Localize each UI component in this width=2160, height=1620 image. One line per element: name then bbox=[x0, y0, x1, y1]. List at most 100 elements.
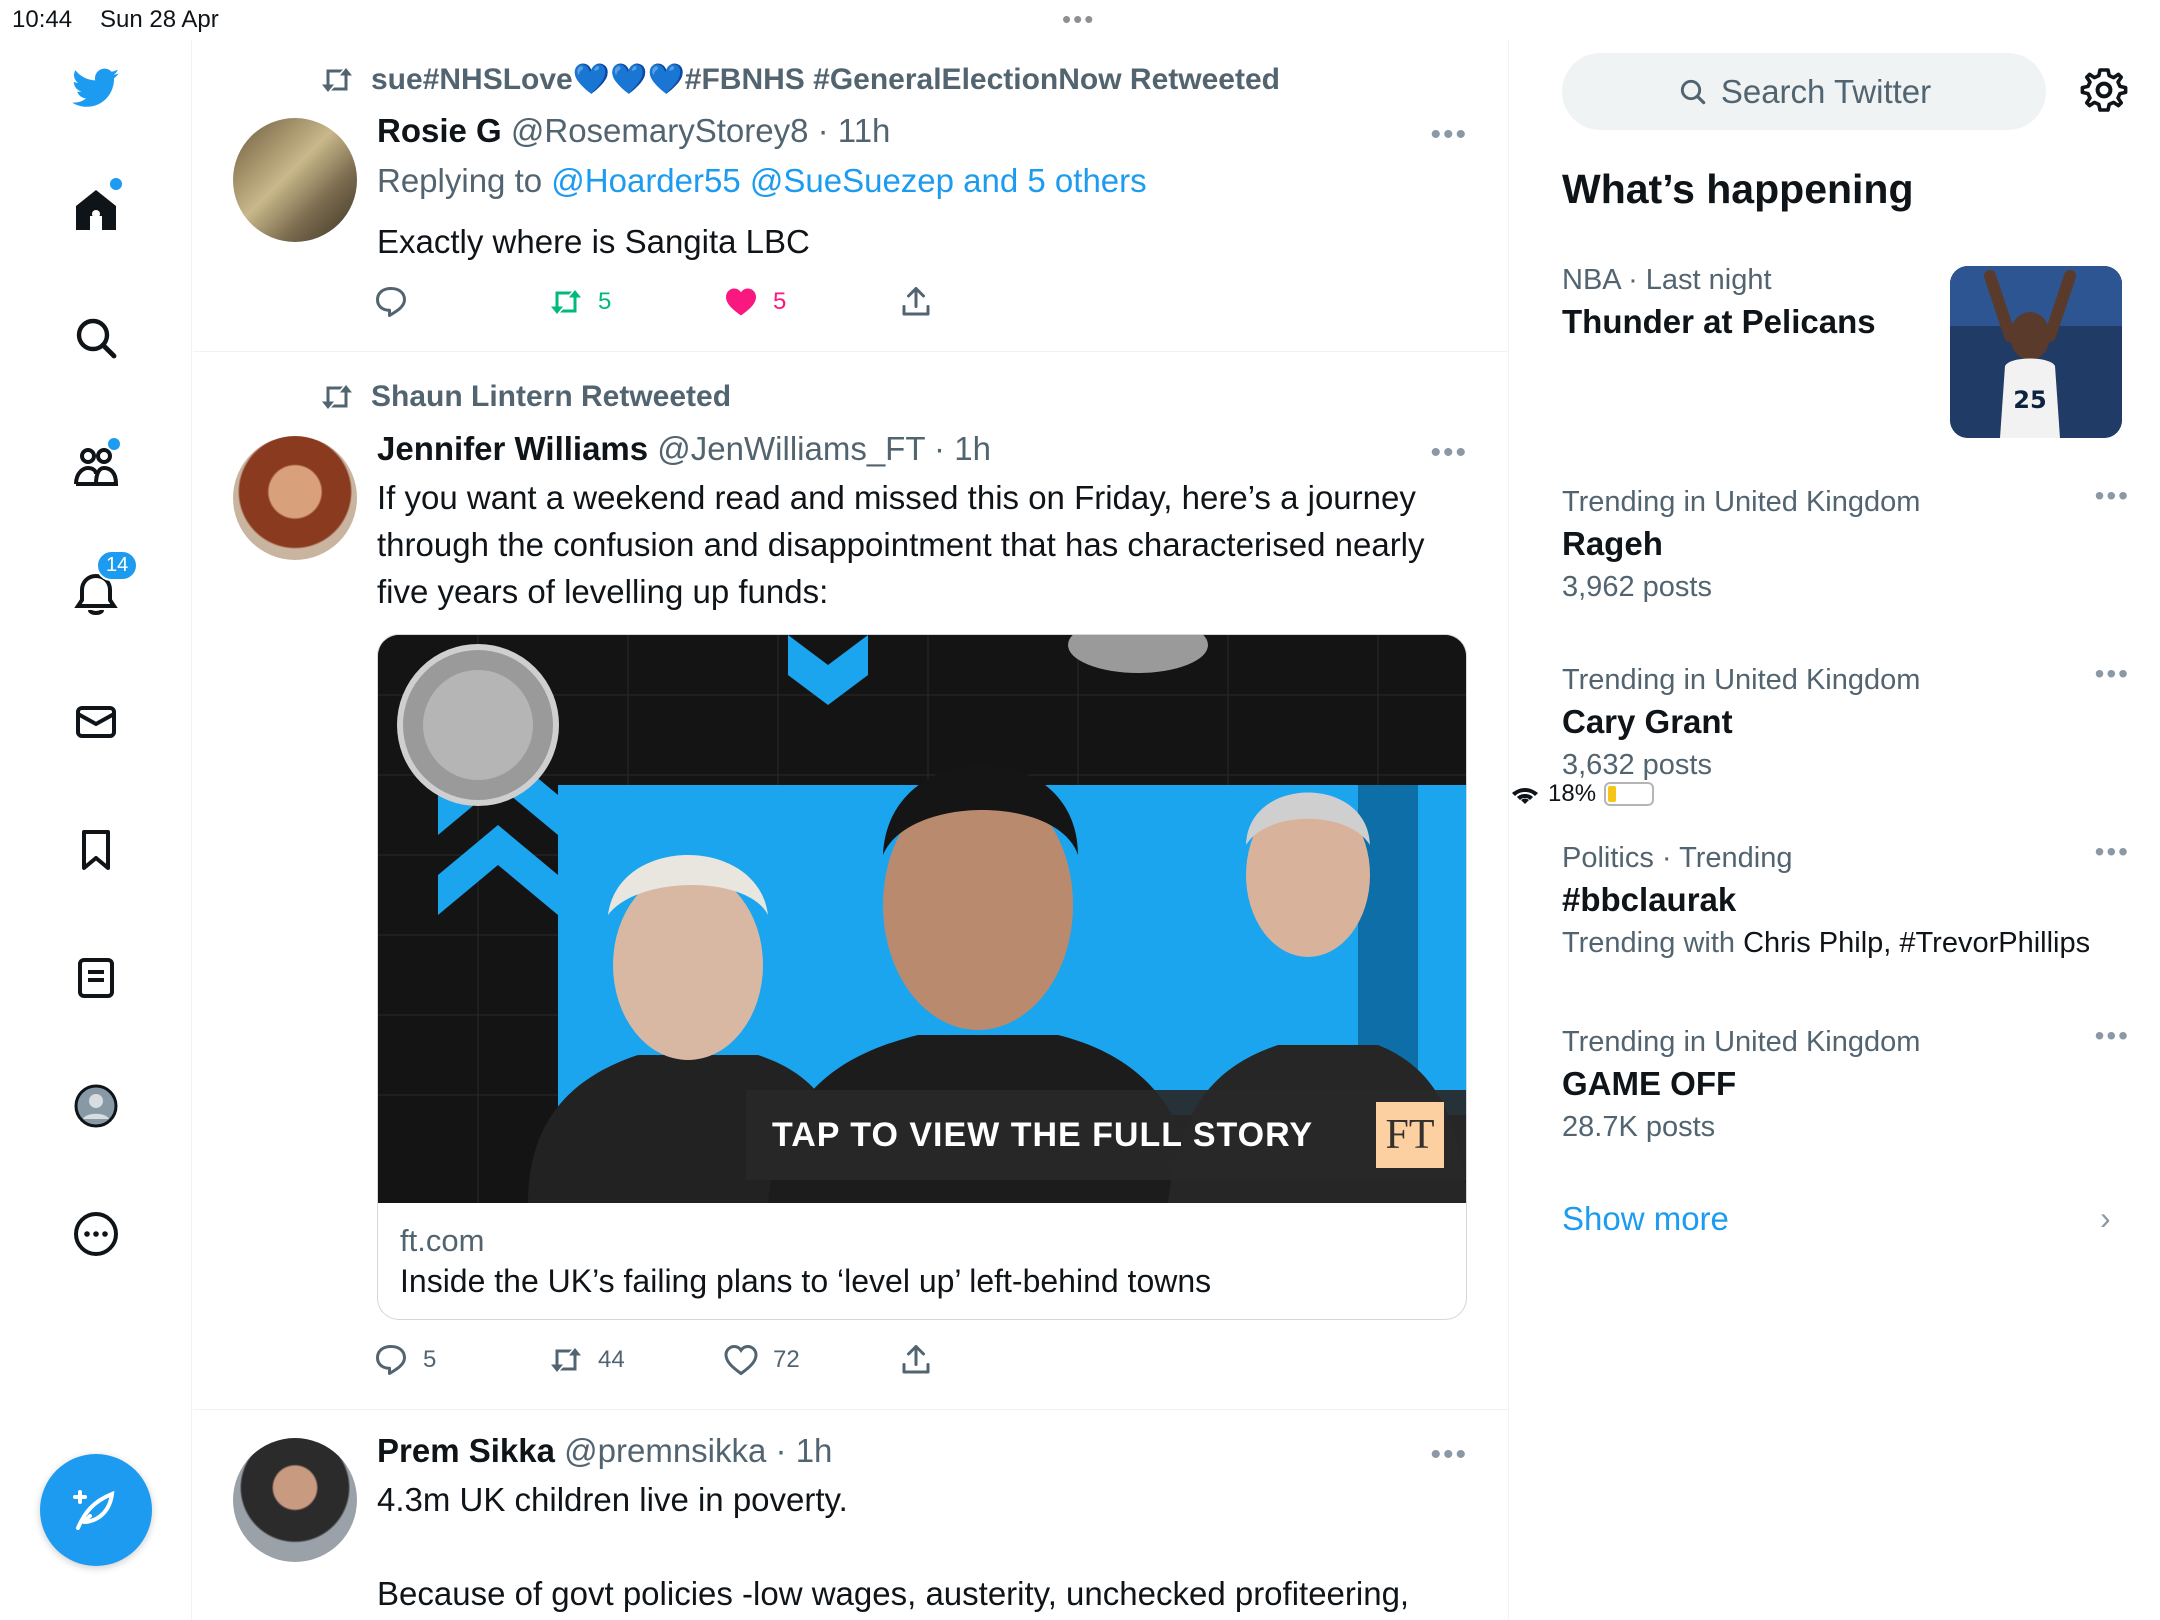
trend-context-prefix: Trending with bbox=[1562, 927, 1736, 959]
author-name[interactable]: Rosie G bbox=[377, 112, 502, 149]
like-button[interactable]: 72 bbox=[723, 1342, 898, 1378]
explore-search-icon[interactable] bbox=[60, 302, 132, 374]
communities-unread-dot bbox=[108, 438, 120, 450]
retweet-button[interactable]: 5 bbox=[548, 284, 723, 320]
bookmarks-icon[interactable] bbox=[60, 814, 132, 886]
trend-item[interactable]: ••• Trending in United Kingdom Rageh 3,9… bbox=[1562, 480, 2128, 604]
tweet[interactable]: Prem Sikka @premnsikka · 1h ••• 4.3m UK … bbox=[193, 1410, 1508, 1620]
retweet-icon bbox=[551, 290, 581, 314]
tweet-actions: 5 44 72 bbox=[373, 1342, 1073, 1378]
tweet-header: Jennifer Williams @JenWilliams_FT · 1h bbox=[377, 430, 991, 468]
author-handle-time: @premnsikka · 1h bbox=[564, 1432, 833, 1469]
ft-logo: FT bbox=[1376, 1102, 1444, 1168]
chevron-right-icon[interactable]: › bbox=[2100, 1200, 2111, 1237]
retweet-context: Shaun Lintern Retweeted bbox=[319, 380, 731, 414]
tweet-more-button[interactable]: ••• bbox=[1430, 118, 1468, 152]
tap-to-view-text: TAP TO VIEW THE FULL STORY bbox=[772, 1116, 1314, 1154]
trend-title: #bbclaurak bbox=[1562, 881, 1737, 918]
trend-title: Rageh bbox=[1562, 525, 1663, 562]
reply-button[interactable]: 5 bbox=[373, 1342, 548, 1378]
link-card-title[interactable]: Inside the UK’s failing plans to ‘level … bbox=[400, 1263, 1211, 1300]
reply-icon bbox=[376, 287, 406, 317]
trend-post-count: 3,632 posts bbox=[1562, 749, 1712, 781]
share-icon bbox=[902, 287, 930, 316]
retweeted-by-label: sue#NHSLove💙💙💙#FBNHS #GeneralElectionNow… bbox=[371, 63, 1280, 96]
heart-filled-icon bbox=[726, 288, 756, 316]
more-options-icon[interactable] bbox=[60, 1198, 132, 1270]
left-nav: 14 bbox=[0, 40, 192, 1620]
trend-meta: Politics · Trending bbox=[1562, 842, 1793, 874]
settings-gear-icon[interactable] bbox=[2080, 66, 2128, 114]
show-more-link[interactable]: Show more bbox=[1562, 1200, 1729, 1238]
trend-meta: Trending in United Kingdom bbox=[1562, 486, 1921, 518]
share-button[interactable] bbox=[898, 284, 1073, 320]
status-date: Sun 28 Apr bbox=[100, 6, 219, 33]
profile-avatar-icon[interactable] bbox=[60, 1070, 132, 1142]
home-unread-dot bbox=[110, 178, 122, 190]
tweet[interactable]: Shaun Lintern Retweeted Jennifer William… bbox=[193, 352, 1508, 1410]
avatar[interactable] bbox=[233, 1438, 357, 1562]
notifications-bell-icon[interactable]: 14 bbox=[60, 550, 139, 630]
link-card[interactable]: TAP TO VIEW THE FULL STORY FT ft.com Ins… bbox=[377, 634, 1467, 1320]
trend-meta: Trending in United Kingdom bbox=[1562, 1026, 1921, 1058]
tweet-actions: 5 5 bbox=[373, 284, 1073, 320]
link-card-domain: ft.com bbox=[400, 1223, 485, 1258]
search-input[interactable]: Search Twitter bbox=[1562, 53, 2046, 130]
replying-to: Replying to @Hoarder55 @SueSuezep and 5 … bbox=[377, 162, 1147, 200]
reply-count: 5 bbox=[423, 1346, 437, 1373]
retweet-button[interactable]: 44 bbox=[548, 1342, 723, 1378]
trend-meta: Trending in United Kingdom bbox=[1562, 664, 1921, 696]
like-button[interactable]: 5 bbox=[723, 284, 898, 320]
trend-more-button[interactable]: ••• bbox=[2095, 1020, 2130, 1052]
heart-outline-icon bbox=[724, 1344, 758, 1376]
messages-envelope-icon[interactable] bbox=[60, 686, 132, 758]
basketball-photo: 25 bbox=[1950, 266, 2122, 438]
tweet-text: Exactly where is Sangita LBC bbox=[377, 223, 810, 260]
lists-icon[interactable] bbox=[60, 942, 132, 1014]
reply-button[interactable] bbox=[373, 284, 548, 320]
author-handle-time: @JenWilliams_FT · 1h bbox=[657, 430, 991, 467]
tap-to-view-banner[interactable]: TAP TO VIEW THE FULL STORY FT bbox=[746, 1090, 1466, 1180]
trend-context: Trending with Chris Philp, #TrevorPhilli… bbox=[1562, 927, 2122, 960]
trend-item[interactable]: NBA · Last night Thunder at Pelicans 25 bbox=[1562, 264, 2122, 444]
twitter-logo-icon[interactable] bbox=[60, 52, 132, 124]
multitasking-dots[interactable]: ••• bbox=[1062, 4, 1095, 35]
trend-item[interactable]: ••• Trending in United Kingdom GAME OFF … bbox=[1562, 1020, 2128, 1144]
retweet-icon bbox=[551, 1348, 581, 1372]
tweet-text-line-1: 4.3m UK children live in poverty. bbox=[377, 1481, 848, 1518]
replying-to-prefix: Replying to bbox=[377, 162, 543, 199]
communities-icon[interactable] bbox=[60, 430, 132, 502]
trend-thumbnail[interactable]: 25 bbox=[1950, 266, 2122, 438]
tweet-more-button[interactable]: ••• bbox=[1430, 436, 1468, 470]
search-placeholder: Search Twitter bbox=[1720, 72, 1932, 110]
replying-to-users[interactable]: @Hoarder55 @SueSuezep and 5 others bbox=[551, 162, 1146, 199]
search-icon bbox=[1680, 79, 1706, 104]
tweet[interactable]: sue#NHSLove💙💙💙#FBNHS #GeneralElectionNow… bbox=[193, 40, 1508, 352]
tweet-header: Prem Sikka @premnsikka · 1h bbox=[377, 1432, 832, 1470]
trend-more-button[interactable]: ••• bbox=[2095, 836, 2130, 868]
trend-more-button[interactable]: ••• bbox=[2095, 658, 2130, 690]
share-button[interactable] bbox=[898, 1342, 1073, 1378]
like-count: 5 bbox=[773, 288, 787, 315]
author-name[interactable]: Prem Sikka bbox=[377, 1432, 555, 1469]
avatar[interactable] bbox=[233, 118, 357, 242]
author-name[interactable]: Jennifer Williams bbox=[377, 430, 648, 467]
trend-context-names[interactable]: Chris Philp, #TrevorPhillips bbox=[1743, 927, 2090, 959]
compose-feather-icon bbox=[73, 1490, 115, 1530]
tweet-more-button[interactable]: ••• bbox=[1430, 1438, 1468, 1472]
compose-tweet-button[interactable] bbox=[40, 1454, 152, 1566]
trend-item[interactable]: ••• Trending in United Kingdom Cary Gran… bbox=[1562, 658, 2128, 782]
retweet-count: 5 bbox=[598, 288, 612, 315]
trend-more-button[interactable]: ••• bbox=[2095, 480, 2130, 512]
link-card-image[interactable]: TAP TO VIEW THE FULL STORY FT bbox=[378, 635, 1466, 1203]
status-time: 10:44 bbox=[12, 6, 73, 33]
avatar[interactable] bbox=[233, 436, 357, 560]
retweet-context: sue#NHSLove💙💙💙#FBNHS #GeneralElectionNow… bbox=[319, 62, 1280, 97]
status-bar: 10:44 Sun 28 Apr ••• 18% bbox=[0, 0, 2160, 807]
notifications-badge: 14 bbox=[96, 550, 139, 581]
retweet-count: 44 bbox=[598, 1346, 625, 1373]
home-icon[interactable] bbox=[60, 174, 132, 246]
trend-item[interactable]: ••• Politics · Trending #bbclaurak Trend… bbox=[1562, 836, 2128, 960]
tweet-header: Rosie G @RosemaryStorey8 · 11h bbox=[377, 112, 890, 150]
trend-post-count: 3,962 posts bbox=[1562, 571, 1712, 603]
